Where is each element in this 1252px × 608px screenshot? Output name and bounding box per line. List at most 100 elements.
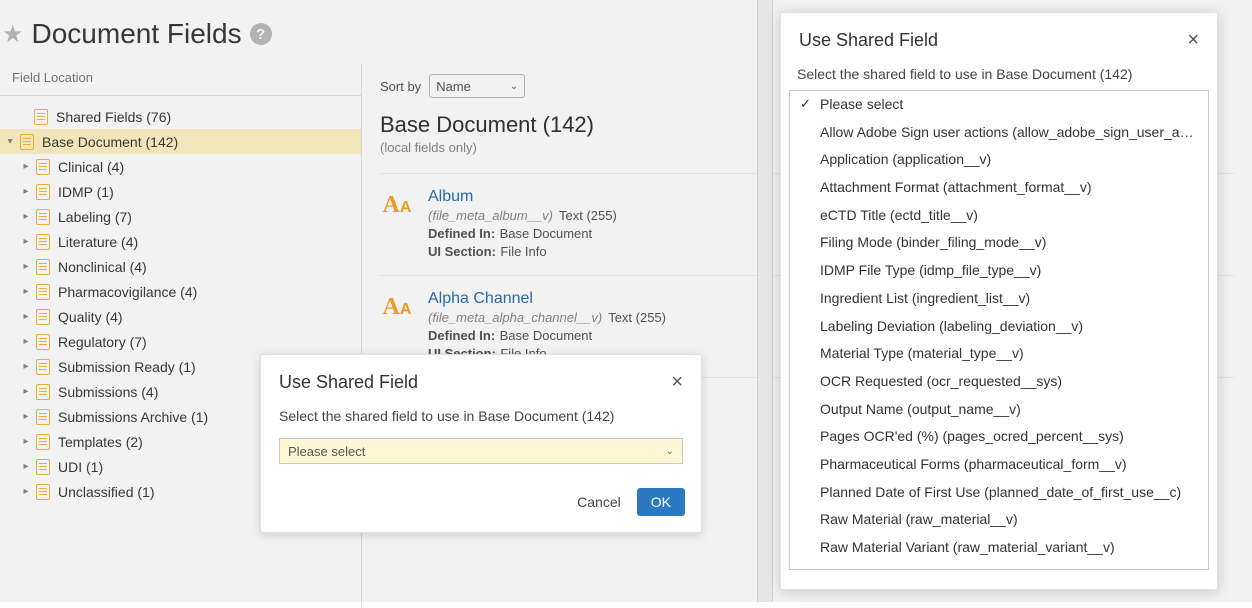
document-icon	[36, 234, 50, 250]
dropdown-option[interactable]: Please select	[790, 91, 1208, 119]
document-icon	[20, 134, 34, 150]
dropdown-option[interactable]: Filing Mode (binder_filing_mode__v)	[790, 229, 1208, 257]
dropdown-option[interactable]: Application (application__v)	[790, 146, 1208, 174]
document-icon	[36, 309, 50, 325]
tree-item-label: IDMP (1)	[58, 184, 114, 200]
caret-icon[interactable]: ▸	[20, 461, 32, 472]
tree-item[interactable]: ▸Quality (4)	[0, 304, 361, 329]
caret-icon[interactable]: ▸	[20, 161, 32, 172]
dropdown-option[interactable]: Material Type (material_type__v)	[790, 340, 1208, 368]
tree-item[interactable]: ▸ Literature (4)	[0, 229, 361, 254]
close-icon[interactable]: ×	[671, 371, 683, 394]
document-icon	[36, 334, 50, 350]
ui-section-label: UI Section:	[428, 244, 496, 259]
tree-item-label: Literature (4)	[58, 234, 138, 250]
dropdown-option[interactable]: Labeling Deviation (labeling_deviation__…	[790, 313, 1208, 341]
sort-by-label: Sort by	[380, 79, 421, 94]
tree-item-label: Submission Ready (1)	[58, 359, 196, 375]
tree-item[interactable]: ▸ Regulatory (7)	[0, 329, 361, 354]
document-icon	[36, 409, 50, 425]
document-icon	[36, 159, 50, 175]
tree-item-label: Shared Fields (76)	[56, 109, 171, 125]
defined-in-label: Defined In:	[428, 328, 495, 343]
dropdown-option[interactable]: OCR Requested (ocr_requested__sys)	[790, 368, 1208, 396]
field-api-name: (file_meta_alpha_channel__v)	[428, 310, 602, 325]
chevron-down-icon: ⌄	[510, 81, 518, 92]
tree-item-label: Base Document (142)	[42, 134, 178, 150]
close-icon[interactable]: ×	[1187, 29, 1199, 52]
document-icon	[36, 259, 50, 275]
caret-icon[interactable]: ▸	[20, 211, 32, 222]
tree-item-label: Unclassified (1)	[58, 484, 154, 500]
dropdown-option[interactable]: Ingredient List (ingredient_list__v)	[790, 285, 1208, 313]
tree-item[interactable]: ▸Pharmacovigilance (4)	[0, 279, 361, 304]
ok-button[interactable]: OK	[637, 488, 685, 516]
tree-item[interactable]: ▸ Labeling (7)	[0, 204, 361, 229]
caret-icon[interactable]: ▸	[20, 336, 32, 347]
field-api-name: (file_meta_album__v)	[428, 208, 553, 223]
sort-by-value: Name	[436, 79, 471, 94]
document-icon	[36, 384, 50, 400]
sort-by-select[interactable]: Name ⌄	[429, 74, 525, 98]
tree-item-label: Templates (2)	[58, 434, 143, 450]
caret-icon[interactable]: ▸	[20, 486, 32, 497]
use-shared-field-dialog-expanded: Use Shared Field × Select the shared fie…	[780, 12, 1218, 590]
caret-icon[interactable]: ▸	[20, 261, 32, 272]
dropdown-option[interactable]: Region (region__v)	[790, 562, 1208, 570]
tree-item-label: Labeling (7)	[58, 209, 132, 225]
caret-icon[interactable]: ▸	[20, 311, 32, 322]
document-icon	[36, 209, 50, 225]
dropdown-option[interactable]: Allow Adobe Sign user actions (allow_ado…	[790, 119, 1208, 147]
star-icon[interactable]: ★	[2, 20, 24, 49]
caret-icon[interactable]: ▸	[20, 436, 32, 447]
document-icon	[36, 459, 50, 475]
tree-item-label: UDI (1)	[58, 459, 103, 475]
defined-in-value: Base Document	[500, 328, 593, 343]
dropdown-option[interactable]: eCTD Title (ectd_title__v)	[790, 202, 1208, 230]
caret-icon[interactable]: ▸	[20, 186, 32, 197]
shared-field-dropdown-list[interactable]: Please selectAllow Adobe Sign user actio…	[789, 90, 1209, 570]
dropdown-option[interactable]: Output Name (output_name__v)	[790, 396, 1208, 424]
dialog-title: Use Shared Field	[279, 372, 418, 393]
document-icon	[36, 434, 50, 450]
document-icon	[36, 184, 50, 200]
caret-icon[interactable]: ▸	[20, 361, 32, 372]
chevron-down-icon: ⌄	[666, 446, 674, 457]
cancel-button[interactable]: Cancel	[571, 488, 627, 516]
tree-item[interactable]: ▸Clinical (4)	[0, 154, 361, 179]
select-placeholder: Please select	[288, 444, 365, 459]
tree-item[interactable]: Shared Fields (76)	[0, 104, 361, 129]
caret-icon[interactable]: ▸	[20, 386, 32, 397]
scrollbar[interactable]	[757, 0, 773, 602]
dropdown-option[interactable]: IDMP File Type (idmp_file_type__v)	[790, 257, 1208, 285]
defined-in-label: Defined In:	[428, 226, 495, 241]
dropdown-option[interactable]: Raw Material (raw_material__v)	[790, 506, 1208, 534]
text-field-icon: AA	[380, 290, 414, 324]
help-icon[interactable]: ?	[250, 23, 272, 45]
document-icon	[36, 484, 50, 500]
caret-icon[interactable]: ▸	[20, 286, 32, 297]
document-icon	[34, 109, 48, 125]
dropdown-option[interactable]: Pages OCR'ed (%) (pages_ocred_percent__s…	[790, 423, 1208, 451]
shared-field-select[interactable]: Please select ⌄	[279, 438, 683, 464]
caret-icon[interactable]: ▸	[20, 236, 32, 247]
ui-section-value: File Info	[500, 244, 546, 259]
caret-icon[interactable]: ▸	[5, 136, 16, 148]
dialog-title: Use Shared Field	[799, 30, 938, 51]
text-field-icon: AA	[380, 188, 414, 222]
tree-item-label: Submissions (4)	[58, 384, 158, 400]
tree-item[interactable]: ▸ Nonclinical (4)	[0, 254, 361, 279]
dropdown-option[interactable]: Attachment Format (attachment_format__v)	[790, 174, 1208, 202]
tree-item[interactable]: ▸ Base Document (142)	[0, 129, 361, 154]
dropdown-option[interactable]: Raw Material Variant (raw_material_varia…	[790, 534, 1208, 562]
tree-item[interactable]: ▸ IDMP (1)	[0, 179, 361, 204]
field-type: Text (255)	[608, 310, 666, 325]
use-shared-field-dialog: Use Shared Field × Select the shared fie…	[260, 354, 702, 533]
caret-icon[interactable]: ▸	[20, 411, 32, 422]
dropdown-option[interactable]: Pharmaceutical Forms (pharmaceutical_for…	[790, 451, 1208, 479]
document-icon	[36, 359, 50, 375]
dropdown-option[interactable]: Planned Date of First Use (planned_date_…	[790, 479, 1208, 507]
field-type: Text (255)	[559, 208, 617, 223]
tree-item-label: Regulatory (7)	[58, 334, 147, 350]
tree-item-label: Nonclinical (4)	[58, 259, 147, 275]
